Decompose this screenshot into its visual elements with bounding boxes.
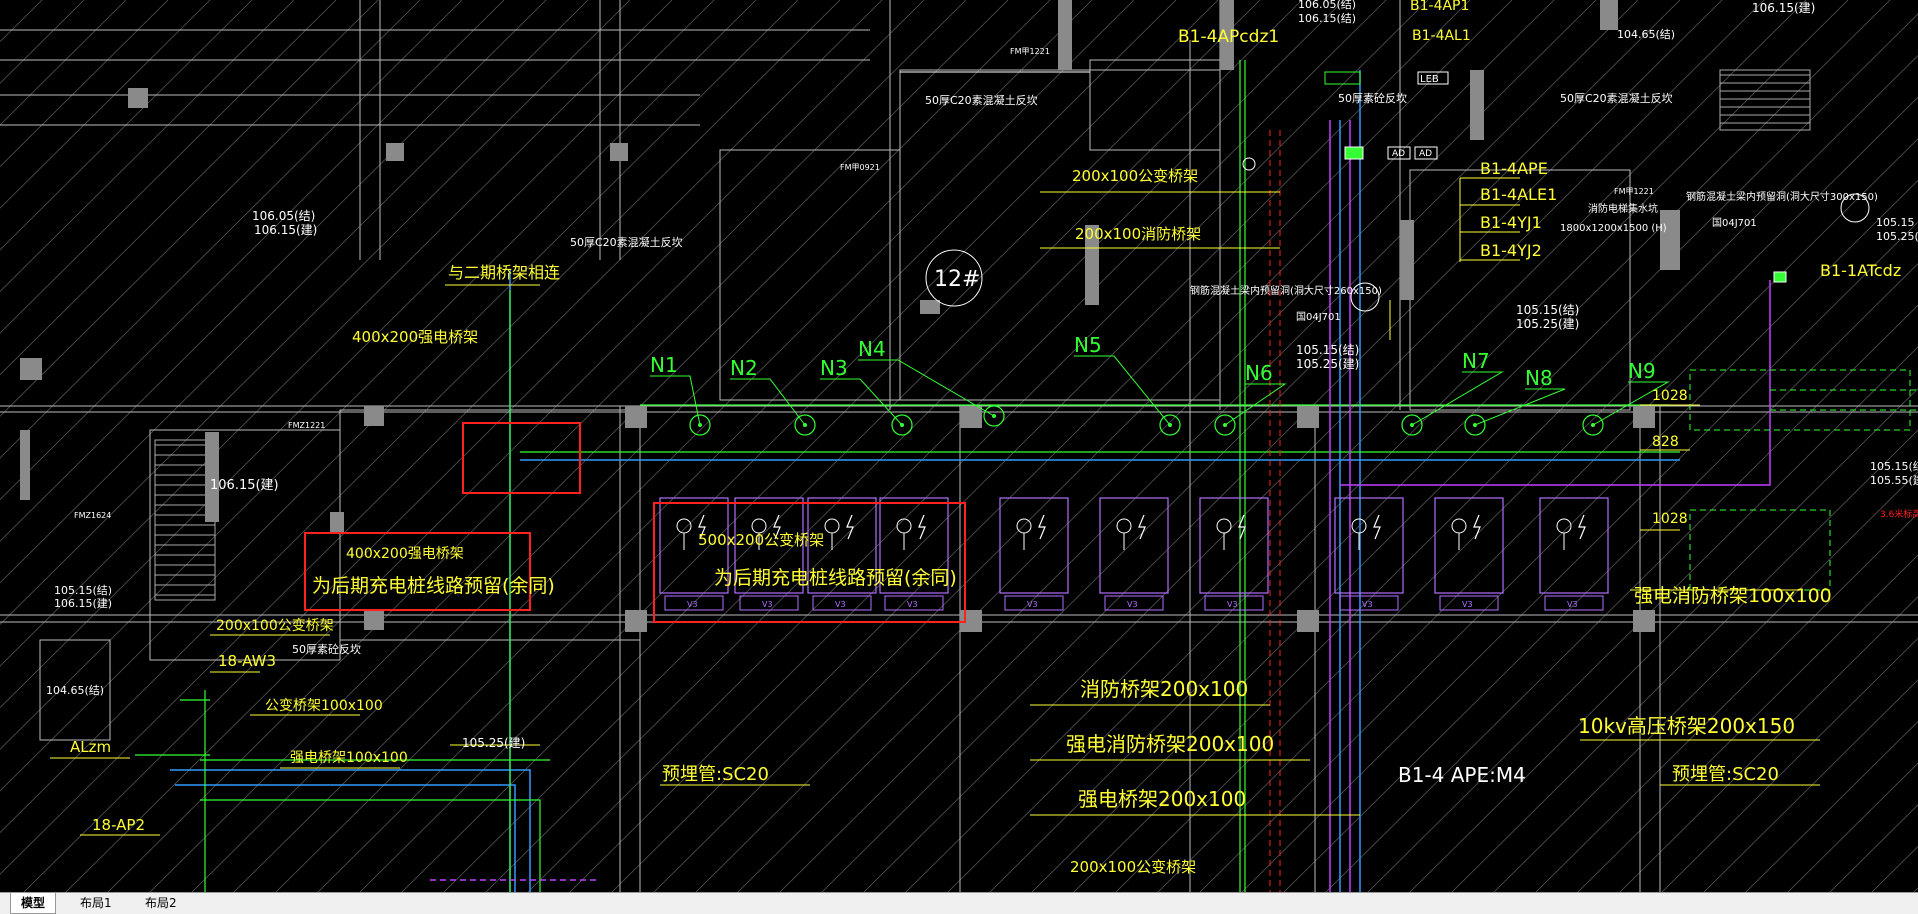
green-dashed-boxes xyxy=(1689,369,1918,591)
node-label: N8 xyxy=(1525,366,1553,390)
tab-layout-2[interactable]: 布局2 xyxy=(135,893,187,913)
node-n9: N9 xyxy=(1582,359,1670,436)
charging-stall: V3 xyxy=(1539,497,1609,611)
stall-tag: V3 xyxy=(687,600,698,609)
tab-model[interactable]: 模型 xyxy=(10,893,57,914)
node-label: N1 xyxy=(650,353,678,377)
charging-stall: V3 xyxy=(1434,497,1504,611)
node-label: N9 xyxy=(1628,359,1656,383)
charging-stall: V3 xyxy=(999,497,1069,611)
red-dashed xyxy=(1269,130,1281,892)
node-markers: N1 N2 N3 N4 N5 N6 N7 N8 N9 xyxy=(650,333,1670,436)
stall-tag: V3 xyxy=(1127,600,1138,609)
node-n8: N8 xyxy=(1464,366,1566,436)
node-label: N6 xyxy=(1245,361,1273,385)
stall-tag: V3 xyxy=(1567,600,1578,609)
charging-stall: V3 xyxy=(1334,497,1404,611)
charging-stall: V3 xyxy=(879,497,949,611)
stall-tag: V3 xyxy=(1027,600,1038,609)
cable-lines xyxy=(135,60,1680,892)
node-n5: N5 xyxy=(1074,333,1181,436)
stall-tag: V3 xyxy=(907,600,918,609)
tab-layout-1[interactable]: 布局1 xyxy=(70,893,122,913)
charging-stall: V3 xyxy=(659,497,729,611)
charging-stall: V3 xyxy=(1099,497,1169,611)
charging-stall: V3 xyxy=(734,497,804,611)
stall-tag: V3 xyxy=(1362,600,1373,609)
charging-stall: V3 xyxy=(1199,497,1269,611)
node-n3: N3 xyxy=(820,356,913,436)
charging-stall: V3 xyxy=(807,497,877,611)
node-n6: N6 xyxy=(1214,361,1287,436)
node-label: N7 xyxy=(1462,349,1490,373)
cad-drawing-canvas[interactable]: V3 V3 V3 V3 V3 V3 V3 V3 V3 V3 N1 N2 N3 N4 N5 N6 N7 N8 N9 xyxy=(0,0,1918,892)
highlight-box-3 xyxy=(653,502,966,623)
node-label: N4 xyxy=(858,337,886,361)
stall-tag: V3 xyxy=(835,600,846,609)
node-n1: N1 xyxy=(650,353,711,436)
node-label: N2 xyxy=(730,356,758,380)
node-n2: N2 xyxy=(730,356,816,436)
highlight-box-2 xyxy=(304,532,531,611)
cad-viewport[interactable]: V3 V3 V3 V3 V3 V3 V3 V3 V3 V3 N1 N2 N3 N4 N5 N6 N7 N8 N9 xyxy=(0,0,1918,892)
charging-stalls: V3 V3 V3 V3 V3 V3 V3 V3 V3 V3 xyxy=(659,497,1609,611)
stall-tag: V3 xyxy=(1227,600,1238,609)
hatch-pattern xyxy=(0,0,1918,892)
structure-lines xyxy=(0,0,1918,892)
stall-tag: V3 xyxy=(762,600,773,609)
stall-tag: V3 xyxy=(1462,600,1473,609)
node-label: N3 xyxy=(820,356,848,380)
layout-tab-bar: 模型 布局1 布局2 xyxy=(0,892,1918,914)
node-n4: N4 xyxy=(858,337,1005,427)
node-label: N5 xyxy=(1074,333,1102,357)
